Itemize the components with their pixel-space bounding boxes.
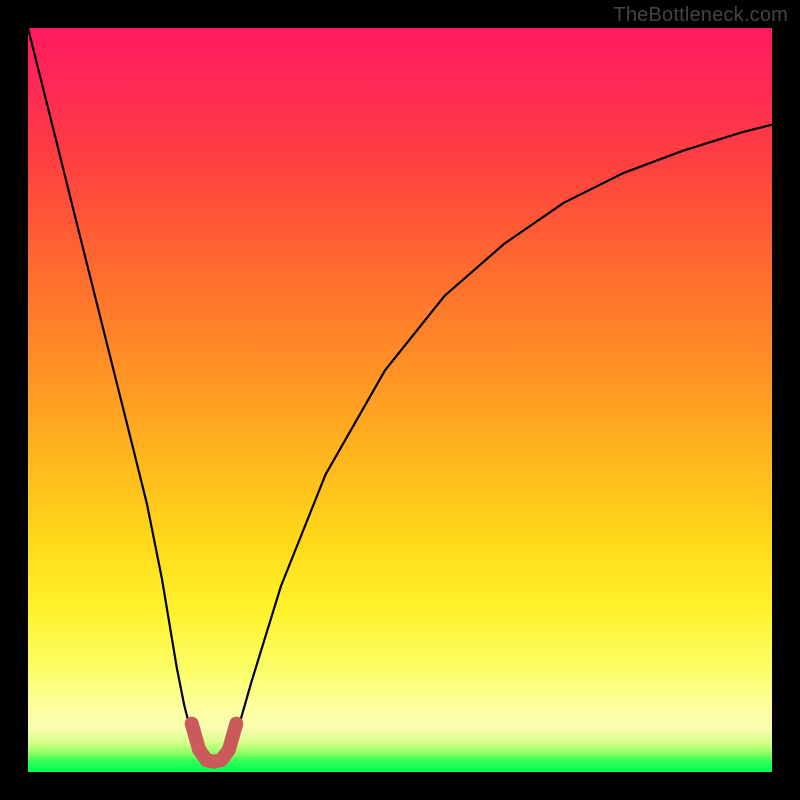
curve-layer: [28, 28, 772, 772]
plot-area: [28, 28, 772, 772]
bottleneck-curve: [28, 28, 772, 762]
optimum-marker: [192, 724, 237, 762]
chart-frame: TheBottleneck.com: [0, 0, 800, 800]
watermark-text: TheBottleneck.com: [613, 4, 788, 27]
